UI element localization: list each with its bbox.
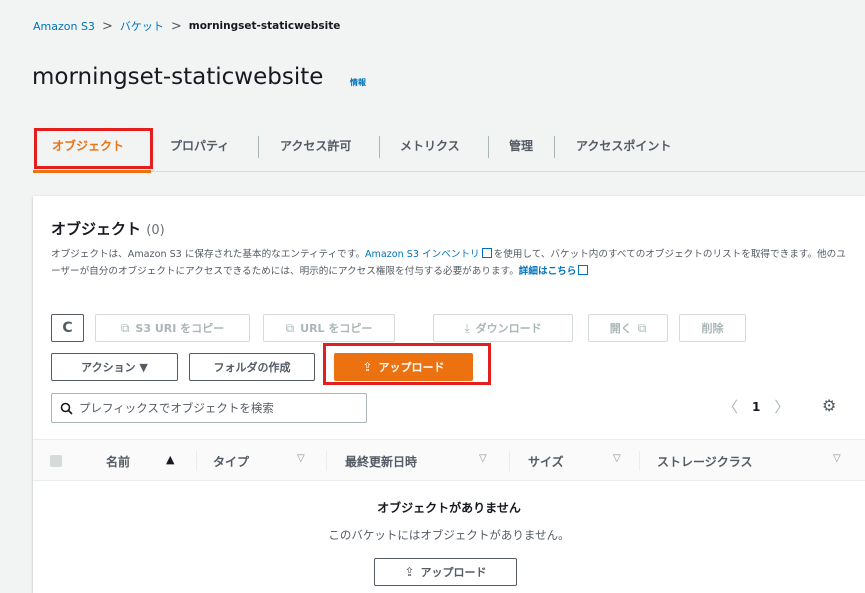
tab-permissions[interactable]: アクセス許可 bbox=[280, 128, 351, 164]
select-all-checkbox[interactable] bbox=[50, 455, 62, 467]
column-divider bbox=[196, 451, 197, 471]
previous-page-icon[interactable]: 〈 bbox=[723, 396, 738, 417]
panel-description: オブジェクトは、Amazon S3 に保存された基本的なエンティティです。Ama… bbox=[51, 246, 851, 280]
column-divider bbox=[326, 451, 327, 471]
tab-access-points[interactable]: アクセスポイント bbox=[576, 128, 671, 164]
object-count: (0) bbox=[146, 223, 165, 238]
create-folder-label: フォルダの作成 bbox=[213, 361, 291, 374]
external-link-icon bbox=[481, 248, 492, 258]
info-link[interactable]: 情報 bbox=[350, 77, 366, 88]
actions-dropdown[interactable]: アクション ▼ bbox=[51, 353, 178, 381]
active-tab-indicator bbox=[33, 170, 151, 173]
column-type[interactable]: タイプ bbox=[213, 453, 249, 470]
breadcrumb-current: morningset-staticwebsite bbox=[188, 20, 341, 32]
highlight-box bbox=[34, 128, 153, 169]
copy-s3-uri-label: S3 URI をコピー bbox=[135, 322, 225, 335]
breadcrumb-buckets-link[interactable]: バケット bbox=[120, 18, 164, 34]
tab-properties[interactable]: プロパティ bbox=[170, 128, 229, 164]
tab-divider bbox=[488, 136, 489, 158]
objects-panel: オブジェクト (0) オブジェクトは、Amazon S3 に保存された基本的なエ… bbox=[33, 196, 865, 593]
empty-state-title: オブジェクトがありません bbox=[377, 501, 521, 515]
panel-title: オブジェクト (0) bbox=[51, 218, 165, 239]
sort-icon[interactable]: ▽ bbox=[479, 453, 487, 464]
open-button[interactable]: 開く ⧉ bbox=[588, 314, 668, 342]
tab-management[interactable]: 管理 bbox=[509, 128, 533, 164]
search-placeholder: プレフィックスでオブジェクトを検索 bbox=[79, 401, 274, 415]
column-divider bbox=[509, 451, 510, 471]
refresh-icon: C bbox=[62, 320, 73, 336]
description-text: オブジェクトは、Amazon S3 に保存された基本的なエンティティです。 bbox=[51, 249, 365, 260]
external-link-icon: ⧉ bbox=[637, 320, 647, 335]
delete-button[interactable]: 削除 bbox=[679, 314, 746, 342]
next-page-icon[interactable]: 〉 bbox=[774, 396, 789, 417]
column-storage-class[interactable]: ストレージクラス bbox=[657, 453, 753, 470]
sort-ascending-icon[interactable]: ▲ bbox=[166, 453, 174, 466]
sort-icon[interactable]: ▽ bbox=[297, 453, 305, 464]
open-label: 開く bbox=[609, 322, 632, 335]
actions-label: アクション ▼ bbox=[81, 361, 148, 374]
empty-upload-label: アップロード bbox=[420, 566, 487, 579]
inventory-link[interactable]: Amazon S3 インベントリ bbox=[365, 249, 480, 260]
column-divider bbox=[639, 451, 640, 471]
chevron-right-icon: > bbox=[170, 18, 182, 34]
download-button[interactable]: ⤓ ダウンロード bbox=[433, 314, 573, 342]
copy-url-label: URL をコピー bbox=[300, 322, 373, 335]
chevron-right-icon: > bbox=[101, 18, 113, 34]
download-icon: ⤓ bbox=[464, 320, 470, 335]
tab-divider bbox=[258, 136, 259, 158]
pagination: 〈 1 〉 bbox=[723, 396, 789, 417]
tab-bar: オブジェクト プロパティ アクセス許可 メトリクス 管理 アクセスポイント bbox=[33, 128, 865, 173]
refresh-button[interactable]: C bbox=[51, 314, 84, 342]
page-title: morningset-staticwebsite bbox=[32, 64, 324, 90]
current-page[interactable]: 1 bbox=[752, 400, 760, 414]
search-icon bbox=[60, 402, 73, 415]
learn-more-link[interactable]: 詳細はこちら bbox=[519, 266, 577, 277]
tab-divider bbox=[379, 136, 380, 158]
breadcrumb: Amazon S3 > バケット > morningset-staticwebs… bbox=[33, 18, 340, 34]
search-input[interactable]: プレフィックスでオブジェクトを検索 bbox=[51, 393, 367, 423]
empty-state-subtitle: このバケットにはオブジェクトがありません。 bbox=[328, 528, 570, 542]
column-name[interactable]: 名前 bbox=[106, 453, 130, 470]
empty-upload-button[interactable]: ⇪ アップロード bbox=[374, 558, 517, 586]
column-last-modified[interactable]: 最終更新日時 bbox=[345, 453, 417, 470]
external-link-icon bbox=[578, 265, 589, 275]
copy-s3-uri-button[interactable]: ⧉ S3 URI をコピー bbox=[95, 314, 250, 342]
table-header: 名前 ▲ タイプ ▽ 最終更新日時 ▽ サイズ ▽ ストレージクラス ▽ bbox=[33, 439, 865, 481]
tab-divider bbox=[554, 136, 555, 158]
download-label: ダウンロード bbox=[475, 322, 542, 335]
create-folder-button[interactable]: フォルダの作成 bbox=[189, 353, 315, 381]
sort-icon[interactable]: ▽ bbox=[613, 453, 621, 464]
s3-console: Amazon S3 > バケット > morningset-staticwebs… bbox=[0, 0, 865, 593]
column-size[interactable]: サイズ bbox=[528, 453, 564, 470]
settings-icon[interactable]: ⚙ bbox=[822, 396, 836, 415]
copy-icon: ⧉ bbox=[120, 320, 130, 335]
sort-icon[interactable]: ▽ bbox=[833, 453, 841, 464]
tab-metrics[interactable]: メトリクス bbox=[400, 128, 460, 164]
highlight-box bbox=[323, 343, 491, 385]
copy-icon: ⧉ bbox=[285, 320, 295, 335]
breadcrumb-s3-link[interactable]: Amazon S3 bbox=[33, 20, 95, 33]
delete-label: 削除 bbox=[701, 322, 724, 335]
upload-icon: ⇪ bbox=[404, 565, 415, 579]
copy-url-button[interactable]: ⧉ URL をコピー bbox=[263, 314, 395, 342]
panel-title-text: オブジェクト bbox=[51, 220, 142, 238]
